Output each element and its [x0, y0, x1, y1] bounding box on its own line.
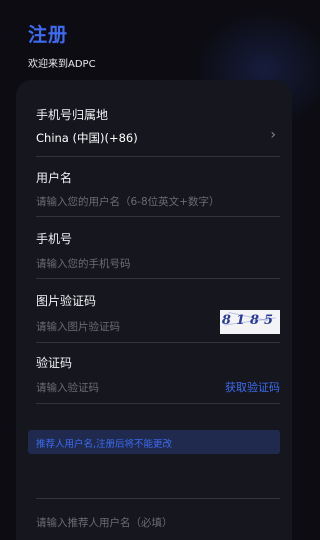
username-label: 用户名 [36, 171, 73, 185]
phone-field[interactable]: 手机号 请输入您的手机号码 [36, 230, 280, 279]
sms-code-input[interactable]: 请输入验证码 [36, 380, 99, 395]
page-subtitle: 欢迎来到ADPC [28, 59, 96, 70]
image-captcha-label: 图片验证码 [36, 294, 97, 308]
chevron-right-icon: › [270, 127, 276, 143]
captcha-image[interactable]: 8185 [220, 310, 280, 334]
region-label: 手机号归属地 [36, 108, 109, 122]
region-selector[interactable]: 手机号归属地 China (中国)(+86) › [36, 106, 280, 157]
username-field[interactable]: 用户名 请输入您的用户名（6-8位英文+数字） [36, 169, 280, 217]
username-input[interactable]: 请输入您的用户名（6-8位英文+数字） [36, 194, 219, 209]
page-title: 注册 [28, 24, 69, 46]
referrer-input[interactable]: 请输入推荐人用户名（必填） [36, 515, 173, 530]
referrer-notice: 推荐人用户名,注册后将不能更改 [28, 430, 280, 454]
phone-input[interactable]: 请输入您的手机号码 [36, 256, 131, 271]
register-form-card: 手机号归属地 China (中国)(+86) › 用户名 请输入您的用户名（6-… [16, 80, 292, 540]
captcha-text: 8185 [221, 313, 279, 328]
region-value: China (中国)(+86) [36, 131, 138, 145]
page-header: 注册 欢迎来到ADPC [28, 20, 96, 70]
referrer-field[interactable]: 请输入推荐人用户名（必填） [36, 498, 280, 539]
phone-label: 手机号 [36, 232, 73, 246]
image-captcha-field[interactable]: 图片验证码 请输入图片验证码 8185 [36, 292, 280, 343]
image-captcha-input[interactable]: 请输入图片验证码 [36, 319, 120, 334]
sms-code-label: 验证码 [36, 356, 73, 370]
referrer-notice-text: 推荐人用户名,注册后将不能更改 [36, 439, 173, 450]
send-code-button[interactable]: 获取验证码 [225, 379, 280, 395]
sms-code-field[interactable]: 验证码 请输入验证码 获取验证码 [36, 354, 280, 404]
